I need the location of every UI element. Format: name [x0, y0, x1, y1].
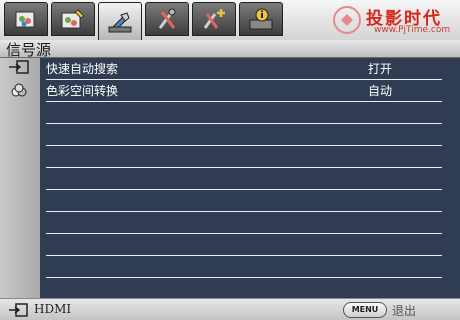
tab-tools[interactable]: [145, 2, 189, 36]
input-source-icon: [9, 60, 29, 74]
empty-row: [46, 146, 442, 168]
color-space-conversion-value[interactable]: 自动: [368, 82, 392, 99]
tab-picture-advanced[interactable]: [51, 2, 95, 36]
picture-advanced-icon: [61, 9, 85, 29]
watermark-url: www.PjTime.com: [374, 25, 451, 35]
tools-icon: [158, 8, 176, 29]
status-bar: HDMI MENU 退出: [0, 298, 460, 320]
watermark-logo-icon: [333, 6, 361, 34]
input-source-icon: [9, 303, 28, 317]
color-space-conversion-label: 色彩空间转换: [46, 84, 119, 98]
empty-row: [46, 102, 442, 124]
tab-picture[interactable]: [4, 2, 48, 36]
empty-row: [46, 212, 442, 234]
page-title: 信号源: [6, 41, 52, 59]
tools-advanced-icon: [203, 9, 225, 29]
menu-button[interactable]: MENU: [343, 302, 387, 318]
empty-row: [46, 124, 442, 146]
tab-source-settings[interactable]: [98, 2, 142, 40]
information-icon: [249, 8, 273, 30]
menu-title-band: 信号源: [0, 40, 460, 59]
quick-auto-search-value[interactable]: 打开: [368, 60, 392, 77]
empty-row: [46, 256, 442, 278]
empty-row: [46, 168, 442, 190]
left-icon-strip: [0, 58, 40, 298]
color-space-conversion-row[interactable]: 色彩空间转换 自动: [46, 80, 442, 102]
current-source-name: HDMI: [34, 302, 72, 316]
empty-row: [46, 190, 442, 212]
empty-row: [46, 234, 442, 256]
menu-tabs: [4, 2, 283, 40]
tab-tools-advanced[interactable]: [192, 2, 236, 36]
source-settings-icon: [108, 11, 132, 33]
top-tab-bar: 投影时代 www.PjTime.com: [0, 0, 460, 40]
exit-label: 退出: [392, 304, 417, 318]
quick-auto-search-row[interactable]: 快速自动搜索 打开: [46, 58, 442, 80]
watermark: 投影时代 www.PjTime.com: [330, 3, 458, 37]
picture-icon: [15, 11, 35, 28]
color-space-icon: [11, 83, 27, 97]
tab-information[interactable]: [239, 2, 283, 36]
quick-auto-search-label: 快速自动搜索: [46, 62, 119, 76]
